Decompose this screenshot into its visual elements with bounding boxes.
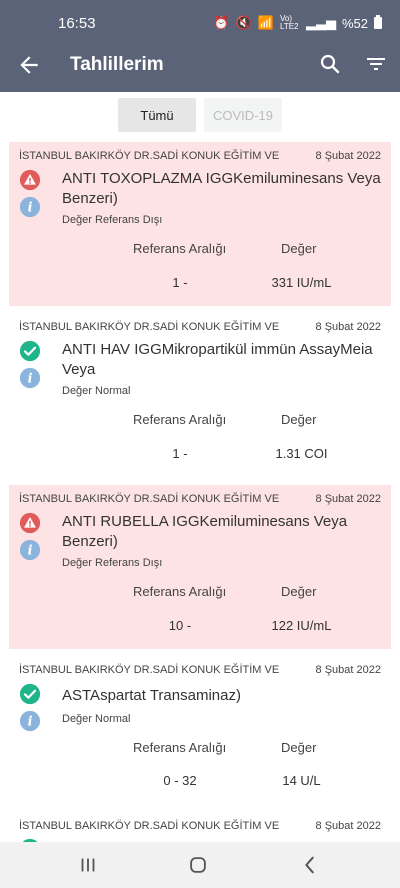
reference-header: Referans Aralığı [133, 412, 227, 427]
result-card[interactable]: İSTANBUL BAKIRKÖY DR.SADİ KONUK EĞİTİM V… [9, 656, 391, 806]
result-date: 8 Şubat 2022 [315, 493, 381, 505]
status-bar: 16:53 ⏰ 🔇 📶 Vo) LTE2 ▂▃▅ %52 [0, 0, 400, 38]
reference-header: Referans Aralığı [133, 241, 227, 256]
system-nav-bar [0, 842, 400, 888]
reference-value: 10 - [168, 618, 192, 633]
result-card[interactable]: İSTANBUL BAKIRKÖY DR.SADİ KONUK EĞİTİM V… [9, 313, 391, 477]
svg-text:i: i [28, 544, 33, 559]
back-nav-icon[interactable] [298, 854, 322, 876]
tab-all[interactable]: Tümü [118, 98, 196, 132]
test-name: ANTI TOXOPLAZMA IGGKemiluminesans Veya B… [62, 170, 381, 207]
value-header: Değer [281, 412, 317, 427]
reference-header: Referans Aralığı [133, 584, 227, 599]
result-status: Değer Normal [62, 713, 131, 725]
result-value: 331 IU/mL [271, 275, 332, 290]
check-icon [19, 683, 41, 705]
hospital-name: İSTANBUL BAKIRKÖY DR.SADİ KONUK EĞİTİM V… [19, 150, 280, 162]
reference-value: 1 - [172, 275, 188, 290]
test-name: ANTI HAV IGGMikropartikül immün AssayMei… [62, 341, 373, 378]
test-name: ANTI RUBELLA IGGKemiluminesans Veya Benz… [62, 513, 348, 550]
hospital-name: İSTANBUL BAKIRKÖY DR.SADİ KONUK EĞİTİM V… [19, 321, 280, 333]
info-icon[interactable]: i [19, 710, 41, 732]
svg-text:i: i [28, 201, 33, 216]
svg-text:i: i [28, 715, 33, 730]
warning-icon [19, 512, 41, 534]
battery-label: %52 [341, 15, 368, 31]
mute-icon: 🔇 [235, 15, 252, 30]
search-icon[interactable] [318, 52, 342, 76]
test-name: ASTAspartat Transaminaz) [62, 687, 241, 704]
status-icons: ⏰ 🔇 📶 Vo) LTE2 ▂▃▅ %52 [213, 15, 382, 31]
reference-value: 0 - 32 [163, 773, 197, 788]
app-bar: Tahlillerim [0, 38, 400, 92]
filter-tabs: Tümü COVID-19 [0, 98, 400, 134]
wifi-icon: 📶 [257, 15, 274, 30]
result-value: 14 U/L [282, 773, 321, 788]
svg-text:i: i [28, 372, 33, 387]
result-date: 8 Şubat 2022 [315, 150, 381, 162]
info-icon[interactable]: i [19, 196, 41, 218]
value-header: Değer [281, 241, 317, 256]
status-time: 16:53 [58, 15, 96, 32]
result-status: Değer Referans Dışı [62, 214, 163, 226]
result-status: Değer Normal [62, 385, 131, 397]
result-date: 8 Şubat 2022 [315, 664, 381, 676]
result-value: 1.31 COI [275, 446, 328, 461]
page-title: Tahlillerim [70, 54, 164, 75]
hospital-name: İSTANBUL BAKIRKÖY DR.SADİ KONUK EĞİTİM V… [19, 820, 280, 832]
info-icon[interactable]: i [19, 367, 41, 389]
value-header: Değer [281, 740, 317, 755]
reference-value: 1 - [172, 446, 188, 461]
hospital-name: İSTANBUL BAKIRKÖY DR.SADİ KONUK EĞİTİM V… [19, 664, 280, 676]
result-card[interactable]: İSTANBUL BAKIRKÖY DR.SADİ KONUK EĞİTİM V… [9, 485, 391, 649]
result-card[interactable]: İSTANBUL BAKIRKÖY DR.SADİ KONUK EĞİTİM V… [9, 142, 391, 306]
result-status: Değer Referans Dışı [62, 557, 163, 569]
home-icon[interactable] [186, 854, 210, 876]
filter-icon[interactable] [364, 52, 388, 76]
back-arrow-icon[interactable] [16, 52, 42, 78]
result-date: 8 Şubat 2022 [315, 820, 381, 832]
reference-header: Referans Aralığı [133, 740, 227, 755]
result-date: 8 Şubat 2022 [315, 321, 381, 333]
value-header: Değer [281, 584, 317, 599]
battery-icon [374, 15, 382, 29]
result-card[interactable]: İSTANBUL BAKIRKÖY DR.SADİ KONUK EĞİTİM V… [9, 812, 391, 842]
recent-apps-icon[interactable] [76, 854, 100, 876]
tab-covid[interactable]: COVID-19 [204, 98, 282, 132]
network-label: Vo) LTE2 [279, 14, 299, 31]
signal-icon: ▂▃▅ [305, 15, 336, 30]
warning-icon [19, 169, 41, 191]
check-icon [19, 340, 41, 362]
result-value: 122 IU/mL [271, 618, 332, 633]
hospital-name: İSTANBUL BAKIRKÖY DR.SADİ KONUK EĞİTİM V… [19, 493, 280, 505]
alarm-icon: ⏰ [213, 15, 230, 30]
info-icon[interactable]: i [19, 539, 41, 561]
